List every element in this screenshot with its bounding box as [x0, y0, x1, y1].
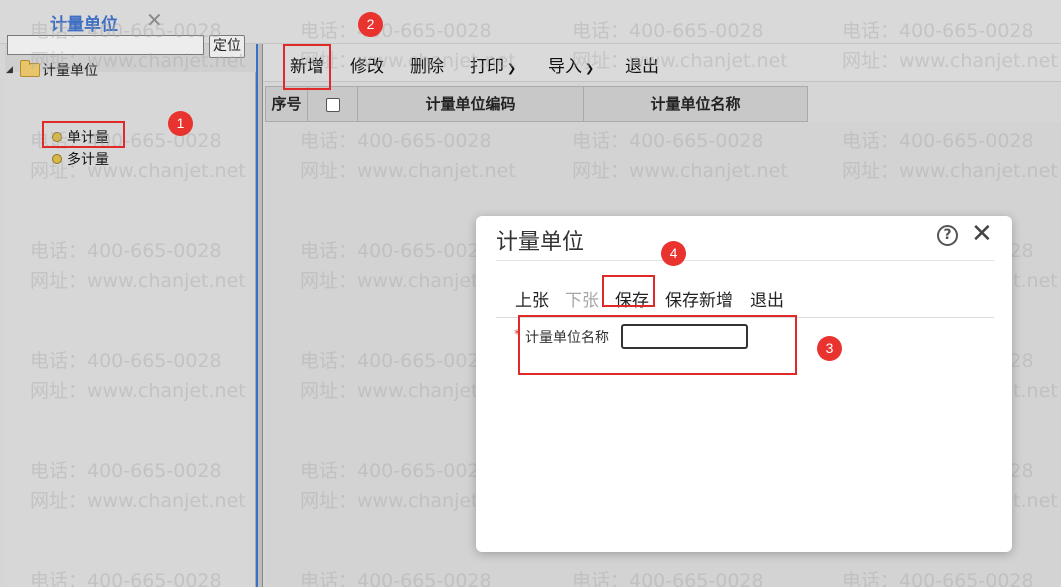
required-mark: * [514, 327, 520, 341]
grid-header: 序号 计量单位编码 计量单位名称 [265, 86, 808, 122]
dialog-exit-button[interactable]: 退出 [750, 286, 784, 311]
exit-button[interactable]: 退出 [625, 52, 659, 77]
main-toolbar: 新增 修改 删除 打印 ❯ 导入 ❯ 退出 [263, 44, 1061, 82]
tree-root-label: 计量单位 [42, 63, 98, 79]
select-all-cell [308, 87, 358, 121]
close-icon[interactable]: ✕ [971, 219, 993, 249]
tab-label: 计量单位 [50, 15, 118, 35]
step-badge-2: 2 [358, 12, 383, 37]
step-badge-1: 1 [168, 111, 193, 136]
select-all-checkbox[interactable] [325, 97, 340, 112]
tab-close-icon[interactable]: ✕ [146, 8, 163, 32]
help-icon[interactable]: ? [937, 225, 958, 246]
unit-dialog: 计量单位 ? ✕ 上张 下张 保存 保存新增 退出 * 计量单位名称 [476, 216, 1012, 552]
col-header-code[interactable]: 计量单位编码 [358, 87, 584, 121]
col-header-index: 序号 [266, 87, 308, 121]
tree-expand-icon[interactable]: ◢ [6, 65, 20, 75]
divider [496, 317, 994, 318]
delete-button[interactable]: 删除 [410, 52, 444, 77]
save-and-new-button[interactable]: 保存新增 [665, 286, 733, 311]
tab-unit-of-measure[interactable]: 计量单位 ✕ [14, 0, 173, 40]
import-button[interactable]: 导入 ❯ [548, 52, 594, 77]
prev-button[interactable]: 上张 [515, 286, 549, 311]
import-label: 导入 [548, 57, 582, 77]
tree-item-label: 单计量 [67, 130, 109, 146]
divider [496, 260, 994, 261]
leaf-node-icon [52, 132, 62, 142]
next-button: 下张 [565, 291, 599, 311]
chevron-down-icon: ❯ [585, 62, 595, 75]
col-header-name[interactable]: 计量单位名称 [584, 87, 807, 121]
tree-item-label: 多计量 [67, 152, 109, 168]
tree-item-multi-unit[interactable]: 多计量 [52, 149, 109, 169]
save-button[interactable]: 保存 [615, 286, 649, 311]
edit-button[interactable]: 修改 [350, 52, 384, 77]
leaf-node-icon [52, 154, 62, 164]
step-badge-4: 4 [661, 241, 686, 266]
print-label: 打印 [470, 57, 504, 77]
unit-name-input[interactable] [621, 324, 748, 349]
panel-splitter[interactable] [256, 44, 263, 587]
dialog-title: 计量单位 [496, 230, 585, 255]
tree-item-single-unit[interactable]: 单计量 [52, 127, 109, 147]
tree-search-input[interactable] [7, 35, 204, 55]
left-tree-panel [5, 44, 256, 587]
step-badge-3: 3 [817, 336, 842, 361]
print-button[interactable]: 打印 ❯ [470, 52, 516, 77]
locate-button[interactable]: 定位 [209, 35, 245, 58]
tree-root-node[interactable]: ◢ 计量单位 [6, 60, 98, 80]
chevron-down-icon: ❯ [507, 62, 517, 75]
folder-icon [20, 60, 40, 77]
unit-name-label: 计量单位名称 [525, 330, 609, 346]
add-button[interactable]: 新增 [290, 52, 324, 77]
